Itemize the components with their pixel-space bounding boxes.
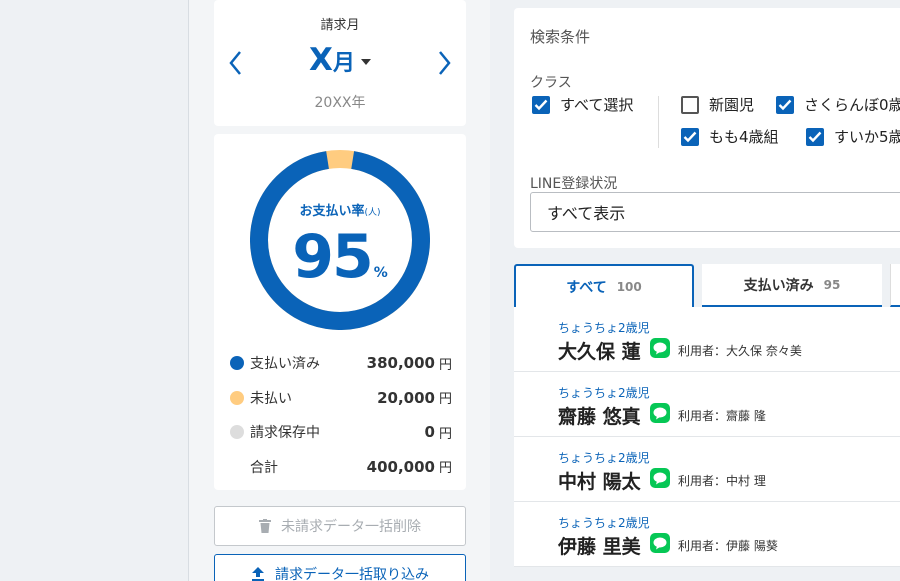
- list-item[interactable]: ちょうちょ2歳児 大久保 蓮 利用者：大久保 奈々美: [514, 307, 900, 372]
- payment-rate-card: お支払い率(人) 95% 支払い済み 380,000 円 未払い 20,000 円 …: [214, 134, 466, 490]
- line-status-select[interactable]: すべて表示: [530, 192, 900, 232]
- upload-icon: [251, 567, 265, 581]
- class-checkbox-suika[interactable]: すいか5歳: [806, 126, 900, 147]
- tab-next[interactable]: [890, 264, 900, 307]
- line-icon: [650, 533, 670, 553]
- checkmark-icon: [776, 95, 794, 114]
- list-item[interactable]: ちょうちょ2歳児 齋藤 悠真 利用者：齋藤 隆: [514, 372, 900, 437]
- tab-all[interactable]: すべて 100: [514, 264, 694, 307]
- checkbox-divider: [658, 96, 659, 148]
- line-icon: [650, 468, 670, 488]
- saved-dot: [230, 425, 244, 440]
- child-name: 伊藤 里美: [558, 536, 641, 558]
- list-item[interactable]: ちょうちょ2歳児 伊藤 里美 利用者：伊藤 陽葵: [514, 502, 900, 567]
- main-content: 検索条件 クラス すべて選択 新園児 さくらんぼ0歳 もも4歳組 すいか5歳 L…: [490, 0, 900, 581]
- class-checkbox-momo[interactable]: もも4歳組: [681, 126, 779, 147]
- month-label: 請求月: [320, 18, 360, 33]
- checkmark-icon: [681, 127, 699, 146]
- month-year: 20XX年: [314, 95, 366, 111]
- legend-unpaid: 未払い 20,000 円: [230, 381, 452, 416]
- children-list: ちょうちょ2歳児 大久保 蓮 利用者：大久保 奈々美 ちょうちょ2歳児 齋藤 悠…: [514, 307, 900, 567]
- class-checkbox-sakuranbo[interactable]: さくらんぼ0歳: [776, 94, 900, 115]
- child-name: 大久保 蓮: [558, 341, 641, 363]
- legend-paid: 支払い済み 380,000 円: [230, 346, 452, 381]
- child-class: ちょうちょ2歳児: [558, 516, 650, 530]
- child-name: 齋藤 悠真: [558, 406, 641, 428]
- chevron-right-icon[interactable]: [432, 48, 456, 78]
- checkmark-icon: [806, 127, 824, 146]
- legend-total: 合計 400,000 円: [250, 457, 452, 477]
- bulk-delete-button[interactable]: 未請求データ一括削除: [214, 506, 466, 546]
- month-unit: 月: [332, 51, 355, 76]
- checkbox-empty-icon: [681, 95, 699, 114]
- child-user: 利用者：齋藤 隆: [678, 409, 766, 423]
- month-value: X: [309, 42, 333, 78]
- month-selector-card: 請求月 X月 20XX年: [214, 0, 466, 126]
- line-icon: [650, 403, 670, 423]
- child-name: 中村 陽太: [558, 471, 641, 493]
- child-user: 利用者：伊藤 陽葵: [678, 539, 778, 553]
- billing-summary-column: 請求月 X月 20XX年 お支払い率(人) 95% 支払い済み 380,000 円: [190, 0, 490, 581]
- select-all-checkbox[interactable]: すべて選択: [532, 94, 633, 115]
- line-status-label: LINE登録状況: [530, 176, 618, 192]
- payment-rate-label: お支払い率(人): [299, 204, 381, 219]
- list-item[interactable]: ちょうちょ2歳児 中村 陽太 利用者：中村 理: [514, 437, 900, 502]
- checkmark-icon: [532, 95, 550, 114]
- search-title: 検索条件: [530, 28, 591, 46]
- child-user: 利用者：大久保 奈々美: [678, 344, 802, 358]
- line-icon: [650, 338, 670, 358]
- class-label: クラス: [530, 75, 572, 91]
- legend-saved: 請求保存中 0円: [230, 415, 452, 450]
- unpaid-dot: [230, 390, 244, 405]
- payment-legend: 支払い済み 380,000 円 未払い 20,000 円 請求保存中 0円 合計 4…: [230, 346, 452, 484]
- paid-dot: [230, 356, 244, 371]
- month-dropdown[interactable]: X月: [214, 42, 466, 78]
- caret-down-icon: [360, 58, 371, 65]
- sidebar: [0, 0, 189, 581]
- child-class: ちょうちょ2歳児: [558, 451, 650, 465]
- class-checkbox-shinenji[interactable]: 新園児: [681, 94, 754, 115]
- bulk-import-button[interactable]: 請求データ一括取り込み: [214, 554, 466, 581]
- child-class: ちょうちょ2歳児: [558, 321, 650, 335]
- payment-rate-value: 95%: [292, 222, 388, 292]
- child-class: ちょうちょ2歳児: [558, 386, 650, 400]
- child-user: 利用者：中村 理: [678, 474, 766, 488]
- search-conditions-card: 検索条件 クラス すべて選択 新園児 さくらんぼ0歳 もも4歳組 すいか5歳 L…: [514, 8, 900, 248]
- trash-icon: [259, 519, 271, 533]
- tab-paid[interactable]: 支払い済み 95: [702, 264, 882, 307]
